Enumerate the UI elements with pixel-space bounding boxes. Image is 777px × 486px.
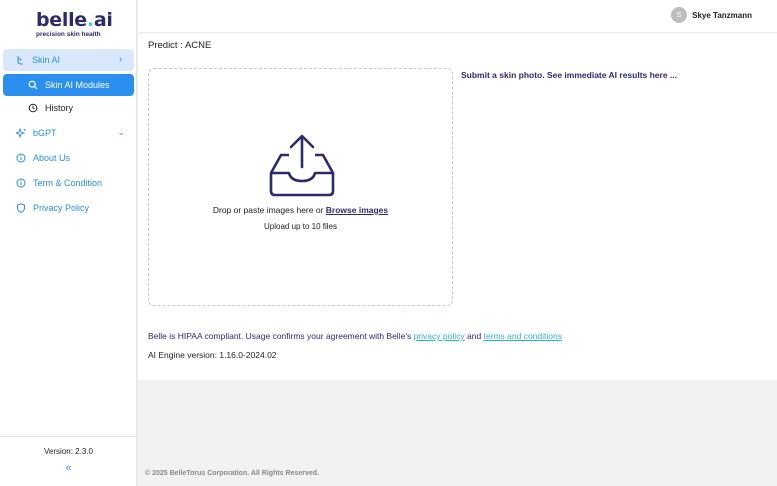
sidebar: belle.ai precision skin health Skin AI ›… bbox=[0, 0, 137, 486]
sidebar-item-label: Term & Condition bbox=[33, 178, 103, 188]
user-menu[interactable]: S Skye Tanzmann bbox=[671, 7, 752, 23]
user-name[interactable]: Skye Tanzmann bbox=[692, 11, 752, 20]
sidebar-item-label: Skin AI bbox=[32, 55, 61, 65]
logo-tagline: precision skin health bbox=[36, 31, 101, 38]
drop-text: Drop or paste images here or bbox=[212, 205, 324, 215]
history-icon bbox=[28, 103, 38, 113]
sidebar-footer: Version: 2.3.0 « bbox=[0, 436, 137, 486]
chevron-right-icon: › bbox=[119, 54, 122, 64]
sidebar-item-privacy-policy[interactable]: Privacy Policy bbox=[0, 197, 137, 219]
search-icon bbox=[28, 80, 38, 90]
hipaa-notice: Belle is HIPAA compliant. Usage confirms… bbox=[148, 331, 562, 341]
sidebar-item-label: Skin AI Modules bbox=[45, 80, 110, 90]
hipaa-text: Belle is HIPAA compliant. Usage confirms… bbox=[148, 331, 412, 341]
top-bar: S Skye Tanzmann bbox=[138, 0, 777, 33]
copyright-text: © 2025 BelleTorus Corporation. All Right… bbox=[145, 470, 319, 477]
app-version: Version: 2.3.0 bbox=[44, 447, 93, 456]
engine-version: AI Engine version: 1.16.0-2024.02 bbox=[148, 350, 277, 360]
sidebar-item-history[interactable]: History bbox=[0, 97, 137, 119]
sidebar-item-bgpt[interactable]: bGPT ⌄ bbox=[0, 122, 137, 144]
logo-dot: . bbox=[86, 9, 94, 31]
logo-name-part1: belle bbox=[36, 9, 87, 31]
avatar[interactable]: S bbox=[671, 7, 688, 23]
info-icon bbox=[16, 178, 26, 188]
sparkle-icon bbox=[16, 128, 26, 138]
sidebar-item-label: Privacy Policy bbox=[33, 203, 90, 213]
sidebar-item-skin-ai-modules[interactable]: Skin AI Modules bbox=[3, 74, 134, 96]
drop-instructions: Drop or paste images here or Browse imag… bbox=[149, 205, 452, 215]
and-text: and bbox=[466, 331, 482, 341]
page-title: Predict : ACNE bbox=[148, 40, 212, 51]
upload-limit-text: Upload up to 10 files bbox=[264, 222, 337, 231]
terms-conditions-link[interactable]: terms and conditions bbox=[484, 331, 562, 341]
info-icon bbox=[16, 153, 26, 163]
collapse-sidebar-icon[interactable]: « bbox=[0, 462, 137, 474]
logo-name-part2: ai bbox=[93, 9, 113, 31]
logo-wordmark: belle.ai bbox=[36, 9, 113, 31]
image-dropzone[interactable]: Drop or paste images here or Browse imag… bbox=[148, 68, 453, 306]
upload-icon bbox=[269, 134, 335, 197]
shield-icon bbox=[16, 203, 26, 213]
chevron-down-icon: ⌄ bbox=[117, 127, 125, 137]
sidebar-item-term-condition[interactable]: Term & Condition bbox=[0, 172, 137, 194]
skin-icon bbox=[15, 55, 25, 65]
privacy-policy-link[interactable]: privacy policy bbox=[414, 331, 465, 341]
logo[interactable]: belle.ai precision skin health bbox=[36, 9, 113, 38]
main-content: Predict : ACNE Drop or paste images here… bbox=[138, 34, 777, 380]
sidebar-nav: Skin AI › Skin AI Modules History bGPT ⌄ bbox=[0, 49, 137, 219]
sidebar-item-label: About Us bbox=[33, 153, 71, 163]
sidebar-item-about-us[interactable]: About Us bbox=[0, 147, 137, 169]
sidebar-item-label: History bbox=[45, 103, 74, 113]
browse-images-link[interactable]: Browse images bbox=[326, 205, 388, 215]
sidebar-item-skin-ai[interactable]: Skin AI › bbox=[3, 49, 134, 71]
sidebar-item-label: bGPT bbox=[33, 128, 57, 138]
results-heading: Submit a skin photo. See immediate AI re… bbox=[461, 70, 678, 80]
